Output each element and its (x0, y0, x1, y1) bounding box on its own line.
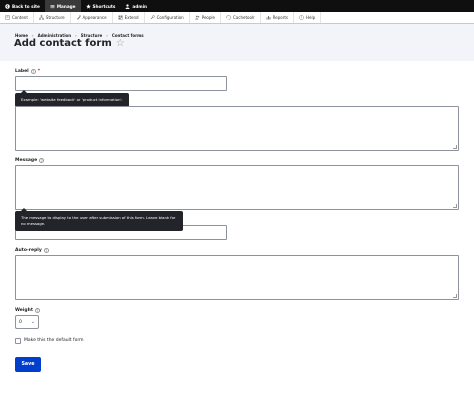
admin-tray: Content Structure Appearance Extend Conf… (0, 12, 474, 24)
shortcut-star-icon[interactable]: ☆ (116, 38, 125, 49)
page-title: Add contact form ☆ (14, 38, 125, 49)
tray-item-label: Cachetoolr (233, 15, 255, 20)
back-to-site-link[interactable]: Back to site (0, 0, 45, 12)
tray-item-label: Extend (124, 15, 139, 20)
tray-item-reports[interactable]: Reports (261, 12, 295, 23)
manage-tab[interactable]: Manage (44, 0, 81, 12)
weight-field-text: Weight (15, 308, 33, 313)
help-icon[interactable]: ? (39, 158, 45, 163)
help-icon[interactable]: ? (43, 248, 49, 253)
wrench-icon (150, 15, 155, 20)
admin-toolbar: Back to site Manage Shortcuts admin (0, 0, 474, 12)
default-form-label[interactable]: Make this the default form (24, 338, 84, 343)
weight-select[interactable]: 0 ⌄ (15, 315, 39, 329)
weight-value: 0 (19, 319, 22, 325)
shortcuts-tab[interactable]: Shortcuts (81, 0, 121, 12)
tray-item-label: People (201, 15, 215, 20)
cache-icon (226, 15, 231, 20)
description-textarea[interactable] (15, 106, 459, 151)
back-to-site-label: Back to site (12, 3, 40, 9)
page-title-text: Add contact form (14, 38, 112, 49)
tray-item-appearance[interactable]: Appearance (71, 12, 113, 23)
tray-item-cachetoolr[interactable]: Cachetoolr (221, 12, 261, 23)
people-icon (194, 15, 199, 20)
label-input[interactable] (15, 76, 227, 91)
save-button[interactable]: Save (15, 357, 41, 372)
shortcuts-label: Shortcuts (92, 3, 116, 9)
arrow-left-icon (5, 3, 10, 9)
message-field-text: Message (15, 158, 38, 163)
appearance-icon (76, 15, 81, 20)
tray-item-label: Appearance (82, 15, 107, 20)
message-textarea[interactable] (15, 165, 459, 210)
tray-item-people[interactable]: People (190, 12, 221, 23)
resize-handle[interactable] (453, 294, 457, 298)
menu-icon (50, 4, 55, 8)
tray-item-help[interactable]: ? Help (294, 12, 322, 23)
tray-item-content[interactable]: Content (0, 12, 34, 23)
content-icon (5, 15, 10, 20)
manage-label: Manage (56, 3, 76, 9)
svg-text:?: ? (301, 16, 303, 20)
tray-item-label: Reports (272, 15, 289, 20)
autoreply-field-text: Auto-reply (15, 248, 42, 253)
user-label: admin (132, 3, 148, 9)
tray-item-label: Content (12, 15, 28, 20)
resize-handle[interactable] (453, 204, 457, 208)
label-field-label: Label ? * (15, 69, 40, 74)
label-tooltip: Example: 'website feedback' or 'product … (15, 90, 129, 107)
reports-icon (266, 16, 271, 20)
user-tab[interactable]: admin (120, 0, 152, 12)
star-icon (85, 3, 91, 9)
message-tooltip: The message to display to the user after… (15, 208, 183, 231)
tray-item-configuration[interactable]: Configuration (145, 12, 190, 23)
structure-icon (39, 15, 44, 20)
tray-item-extend[interactable]: Extend (113, 12, 145, 23)
weight-field-label: Weight ? (15, 308, 40, 313)
tray-item-structure[interactable]: Structure (34, 12, 71, 23)
tray-item-label: Structure (45, 15, 65, 20)
autoreply-field-label: Auto-reply ? (15, 248, 49, 253)
label-field-text: Label (15, 69, 29, 74)
default-form-checkbox[interactable] (15, 338, 21, 344)
extend-icon (118, 15, 123, 20)
help-icon[interactable]: ? (34, 308, 40, 313)
message-field-label: Message ? (15, 158, 45, 163)
user-icon (125, 3, 130, 9)
tray-item-label: Configuration (156, 15, 184, 20)
help-icon[interactable]: ? (30, 69, 36, 74)
help-icon: ? (299, 15, 304, 20)
required-marker: * (37, 69, 41, 74)
resize-handle[interactable] (453, 145, 457, 149)
tray-item-label: Help (306, 15, 316, 20)
chevron-down-icon: ⌄ (30, 319, 35, 325)
autoreply-textarea[interactable] (15, 255, 459, 300)
